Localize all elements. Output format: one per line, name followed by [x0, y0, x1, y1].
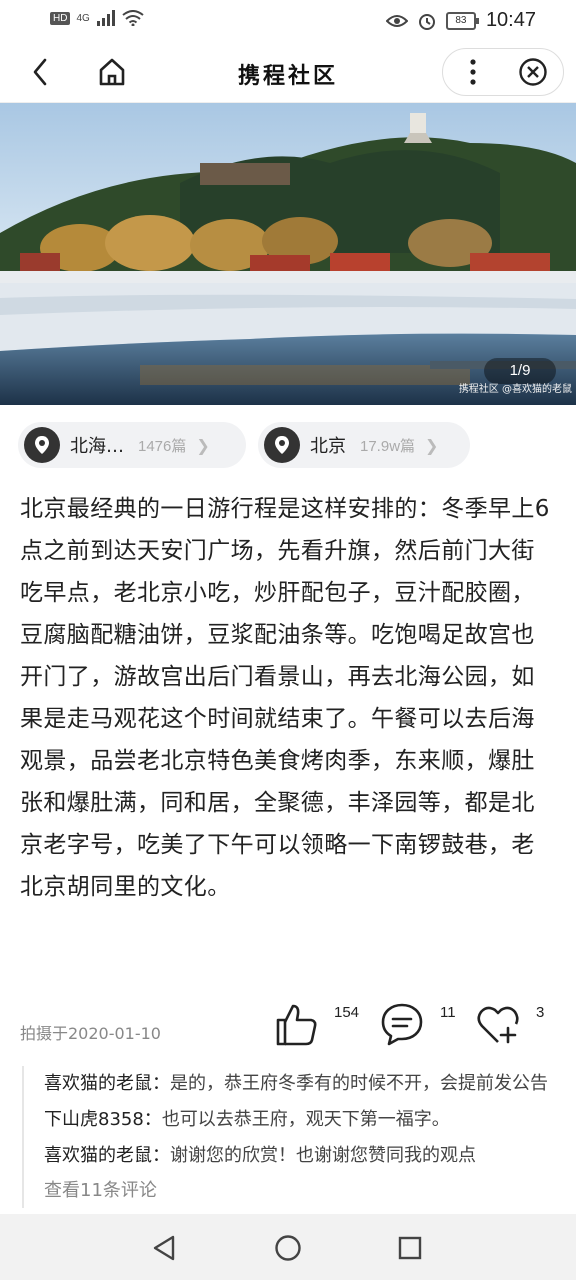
comment-button[interactable]: [378, 1000, 426, 1048]
comment-bubble-icon: [381, 1003, 423, 1046]
comment-text: 也可以去恭王府，观天下第一福字。: [161, 1109, 450, 1130]
tag-count: 1476篇: [138, 437, 187, 455]
comment-text: 是的，恭王府冬季有的时候不开，会提前发公告: [170, 1073, 548, 1094]
comment-item[interactable]: 喜欢猫的老鼠：是的，恭王府冬季有的时候不开，会提前发公告: [44, 1066, 556, 1102]
article-text: 北京最经典的一日游行程是这样安排的：冬季早上6点之前到达天安门广场，先看升旗，然…: [20, 496, 550, 900]
tag-name: 北京: [310, 436, 346, 457]
like-button[interactable]: [272, 1000, 320, 1048]
battery-icon: 83: [445, 11, 479, 30]
heart-plus-icon: [477, 1006, 519, 1044]
like-count: 154: [334, 1004, 360, 1021]
close-button[interactable]: [503, 49, 563, 95]
comment-list: 喜欢猫的老鼠：是的，恭王府冬季有的时候不开，会提前发公告 下山虎8358：也可以…: [22, 1066, 576, 1208]
status-left: HD 4G: [50, 10, 144, 26]
tag-beijing[interactable]: 北京 17.9w篇 ❯: [258, 422, 470, 468]
network-type: 4G: [76, 12, 90, 24]
comment-text: 谢谢您的欣赏！也谢谢您赞同我的观点: [170, 1145, 476, 1166]
favorite-count: 3: [536, 1004, 545, 1021]
tag-count: 17.9w篇: [360, 437, 416, 455]
status-bar: HD 4G 83 10:47: [0, 0, 576, 40]
chevron-right-icon: ❯: [196, 435, 210, 455]
view-all-comments-link[interactable]: 查看11条评论: [44, 1174, 576, 1208]
wifi-icon: [122, 10, 144, 26]
favorite-button[interactable]: [474, 1000, 522, 1048]
clock: 10:47: [485, 9, 536, 31]
shot-date: 拍摄于2020-01-10: [20, 1024, 161, 1043]
location-pin-icon: [264, 427, 300, 463]
triangle-back-icon: [153, 1235, 175, 1261]
comment-count: 11: [440, 1004, 456, 1021]
thumbs-up-icon: [276, 1004, 317, 1046]
title-bar: 携程社区: [0, 42, 576, 103]
comment-item[interactable]: 喜欢猫的老鼠：谢谢您的欣赏！也谢谢您赞同我的观点: [44, 1138, 556, 1174]
capsule-menu: [442, 48, 564, 96]
tag-name: 北海…: [70, 436, 124, 457]
hd-badge: HD: [50, 11, 71, 25]
square-recents-icon: [398, 1236, 422, 1260]
more-button[interactable]: [443, 49, 503, 95]
alarm-icon: [418, 13, 435, 30]
chevron-right-icon: ❯: [425, 435, 439, 455]
tag-beihai[interactable]: 北海… 1476篇 ❯: [18, 422, 246, 468]
system-nav-bar: [0, 1214, 576, 1280]
nav-home-button[interactable]: [268, 1228, 308, 1268]
status-right: 83 10:47: [385, 9, 536, 32]
nav-recents-button[interactable]: [390, 1228, 430, 1268]
close-circle-icon: [519, 58, 547, 86]
location-pin-icon: [24, 427, 60, 463]
comment-user[interactable]: 下山虎8358：: [44, 1109, 162, 1130]
more-vertical-icon: [470, 59, 476, 85]
comment-user[interactable]: 喜欢猫的老鼠：: [44, 1073, 170, 1094]
image-watermark: 携程社区 @喜欢猫的老鼠: [458, 384, 572, 395]
signal-icon: [96, 10, 115, 26]
circle-home-icon: [275, 1235, 301, 1261]
nav-back-button[interactable]: [144, 1228, 184, 1268]
comment-item[interactable]: 下山虎8358：也可以去恭王府，观天下第一福字。: [44, 1102, 556, 1138]
eye-icon: [385, 14, 408, 27]
comment-user[interactable]: 喜欢猫的老鼠：: [44, 1145, 170, 1166]
